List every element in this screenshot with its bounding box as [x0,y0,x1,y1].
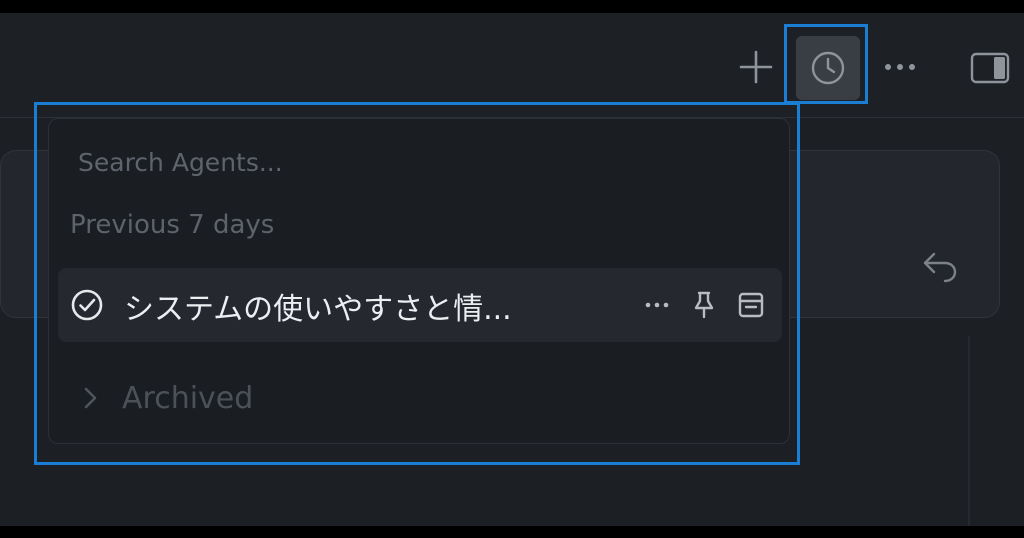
toggle-panel-button[interactable] [966,48,1014,88]
popover-highlight [34,102,800,465]
undo-button[interactable] [914,243,966,289]
new-agent-button[interactable] [735,46,777,88]
history-button-highlight [784,24,868,104]
plus-icon [739,50,773,84]
ellipsis-icon [885,64,915,70]
letterbox-bottom [0,526,1024,538]
sidebar-toggle-icon [970,52,1010,84]
undo-icon [923,252,957,283]
letterbox-top [0,0,1024,13]
more-options-button[interactable] [880,46,920,88]
vertical-divider [968,336,970,526]
